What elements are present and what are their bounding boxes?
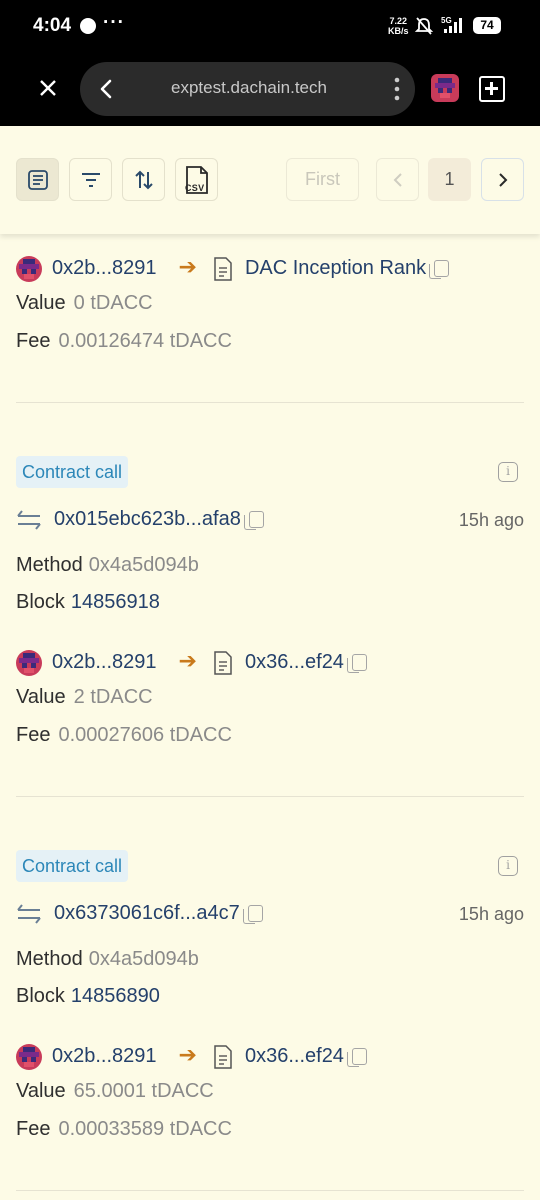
fee-amount: 0.00126474 tDACC — [58, 330, 232, 352]
tx-fee: Fee 0.00033589 tDACC — [16, 1118, 232, 1140]
block-number[interactable]: 14856890 — [71, 985, 160, 1007]
sort-button[interactable] — [122, 158, 165, 201]
copy-icon[interactable] — [243, 511, 264, 531]
value-amount: 65.0001 tDACC — [73, 1080, 214, 1102]
tx-addresses: 0x2b...8291 ➔ DAC Inception Rank — [16, 254, 450, 282]
contract-doc-icon — [214, 650, 232, 675]
tx-value: Value 2 tDACC — [16, 686, 153, 708]
battery-indicator: 74 — [473, 17, 501, 34]
swap-arrows-icon — [17, 904, 41, 924]
divider — [16, 402, 524, 403]
status-time: 4:04 — [33, 15, 72, 36]
address-avatar — [16, 1043, 42, 1070]
copy-icon[interactable] — [242, 905, 263, 925]
tx-hash-row: 0x015ebc623b...afa8 — [16, 508, 264, 531]
close-tab-button[interactable] — [30, 70, 66, 106]
contract-doc-icon — [214, 1044, 232, 1069]
to-address[interactable]: 0x36...ef24 — [245, 1045, 344, 1067]
divider — [16, 1190, 524, 1191]
copy-icon[interactable] — [346, 1048, 367, 1068]
tx-fee: Fee 0.00027606 tDACC — [16, 724, 232, 746]
tx-value: Value 65.0001 tDACC — [16, 1080, 214, 1102]
fee-amount: 0.00027606 tDACC — [58, 724, 232, 746]
tx-age: 15h ago — [458, 510, 524, 530]
svg-text:5G: 5G — [441, 16, 452, 25]
tx-value: Value 0 tDACC — [16, 292, 153, 314]
transaction-list: 0x2b...8291 ➔ DAC Inception Rank Value 0 tD… — [0, 234, 540, 1200]
browser-bar: exptest.dachain.tech — [0, 52, 540, 126]
close-icon — [40, 80, 56, 96]
value-amount: 2 tDACC — [73, 686, 153, 708]
address-avatar — [16, 649, 42, 676]
prev-page-button[interactable] — [376, 158, 419, 201]
tx-method: Method 0x4a5d094b — [16, 554, 199, 576]
info-icon[interactable]: i — [498, 462, 518, 482]
list-view-button[interactable] — [16, 158, 59, 201]
csv-export-button[interactable]: CSV — [175, 158, 218, 201]
chevron-right-icon — [498, 172, 507, 187]
sort-icon — [134, 170, 153, 189]
current-page: 1 — [428, 158, 471, 201]
method-id: 0x4a5d094b — [88, 948, 199, 970]
copy-icon[interactable] — [346, 654, 367, 674]
csv-label: CSV — [185, 183, 205, 193]
arrow-right-icon: ➔ — [178, 648, 197, 673]
from-address[interactable]: 0x2b...8291 — [52, 257, 157, 279]
site-extension-icon[interactable] — [431, 74, 459, 102]
to-address[interactable]: 0x36...ef24 — [245, 651, 344, 673]
value-amount: 0 tDACC — [73, 292, 153, 314]
copy-icon[interactable] — [429, 260, 450, 280]
tx-age: 15h ago — [458, 904, 524, 924]
to-address[interactable]: DAC Inception Rank — [245, 257, 426, 279]
contract-doc-icon — [214, 256, 232, 281]
chevron-left-icon — [100, 79, 112, 99]
from-address[interactable]: 0x2b...8291 — [52, 651, 157, 673]
tx-method: Method 0x4a5d094b — [16, 948, 199, 970]
divider — [16, 796, 524, 797]
fee-amount: 0.00033589 tDACC — [58, 1118, 232, 1140]
messenger-icon — [80, 18, 96, 34]
list-toolbar: CSV First 1 — [0, 126, 540, 234]
tx-hash-row: 0x6373061c6f...a4c7 — [16, 902, 263, 925]
tx-addresses: 0x2b...8291 ➔ 0x36...ef24 — [16, 1042, 367, 1070]
more-vert-icon[interactable] — [393, 76, 401, 102]
signal-icon: 5G — [441, 16, 462, 33]
swap-arrows-icon — [17, 510, 41, 530]
list-view-icon — [27, 169, 48, 190]
mute-icon — [414, 17, 434, 35]
back-button[interactable] — [92, 75, 120, 103]
next-page-button[interactable] — [481, 158, 524, 201]
filter-icon — [81, 172, 100, 187]
tx-hash[interactable]: 0x6373061c6f...a4c7 — [54, 902, 240, 924]
arrow-right-icon: ➔ — [178, 254, 197, 279]
more-notifications-icon: ··· — [103, 12, 125, 33]
info-icon[interactable]: i — [498, 856, 518, 876]
from-address[interactable]: 0x2b...8291 — [52, 1045, 157, 1067]
block-number[interactable]: 14856918 — [71, 591, 160, 613]
method-id: 0x4a5d094b — [88, 554, 199, 576]
filter-button[interactable] — [69, 158, 112, 201]
arrow-right-icon: ➔ — [178, 1042, 197, 1067]
first-page-button[interactable]: First — [286, 158, 359, 201]
status-bar: 4:04 ··· 7.22 KB/s 5G 74 — [0, 0, 540, 52]
tx-hash[interactable]: 0x015ebc623b...afa8 — [54, 508, 241, 530]
tx-block: Block 14856890 — [16, 985, 160, 1007]
net-speed: 7.22 KB/s — [388, 16, 409, 36]
tx-fee: Fee 0.00126474 tDACC — [16, 330, 232, 352]
url-text[interactable]: exptest.dachain.tech — [140, 78, 358, 98]
new-tab-button[interactable] — [479, 76, 505, 102]
address-avatar — [16, 255, 42, 282]
tx-type-badge: Contract call — [16, 850, 129, 882]
chevron-left-icon — [393, 172, 402, 187]
tx-addresses: 0x2b...8291 ➔ 0x36...ef24 — [16, 648, 367, 676]
tx-type-badge: Contract call — [16, 456, 129, 488]
tx-block: Block 14856918 — [16, 591, 160, 613]
address-bar[interactable]: exptest.dachain.tech — [80, 62, 415, 116]
